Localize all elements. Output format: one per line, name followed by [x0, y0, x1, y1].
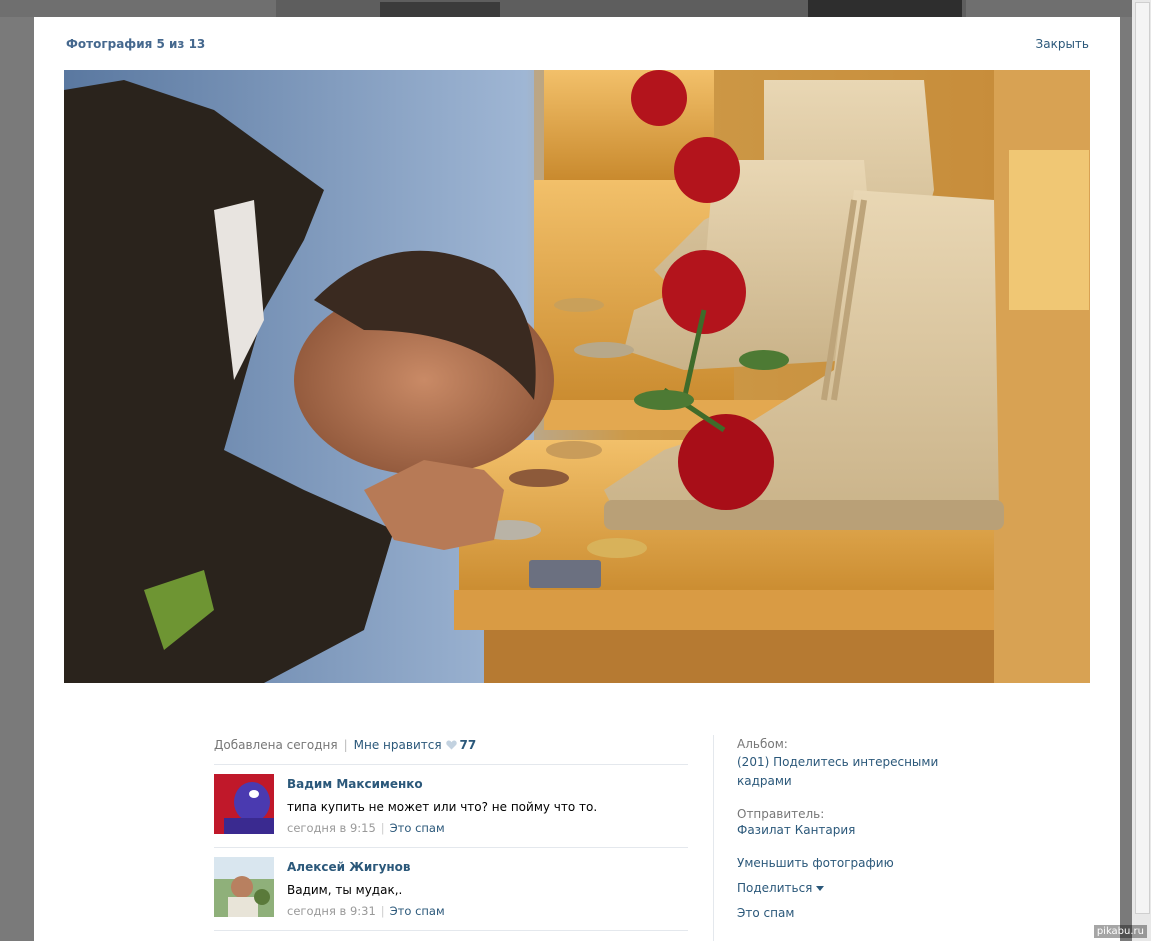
background-image [808, 0, 962, 17]
chevron-down-icon[interactable] [816, 886, 825, 891]
page-scrollbar[interactable] [1132, 0, 1151, 941]
photo-illustration [64, 70, 1090, 683]
share-dropdown[interactable]: Поделиться [737, 879, 957, 898]
report-spam-link[interactable]: Это спам [390, 821, 445, 835]
comment-item: Алексей Жигунов Вадим, ты мудак,. сегодн… [214, 847, 688, 930]
scrollbar-thumb[interactable] [1135, 2, 1150, 914]
reduce-photo-link[interactable]: Уменьшить фотографию [737, 854, 957, 873]
comment-author[interactable]: Алексей Жигунов [287, 860, 411, 874]
comment-text: типа купить не может или что? не пойму ч… [287, 800, 598, 814]
photo-viewer: Фотография 5 из 13 Закрыть Добавлена сег… [34, 17, 1120, 941]
album-label: Альбом: [737, 737, 788, 751]
sender-link[interactable]: Фазилат Кантария [737, 821, 957, 840]
like-count[interactable]: 77 [460, 738, 477, 752]
comment-author[interactable]: Вадим Максименко [287, 777, 423, 791]
separator: | [380, 821, 385, 835]
photo-info: Добавлена сегодня | Мне нравится 77 Вадим М… [214, 735, 688, 931]
avatar[interactable] [214, 857, 274, 917]
report-spam-link[interactable]: Это спам [390, 904, 445, 918]
comment-meta: сегодня в 9:15 | Это спам [287, 821, 445, 835]
watermark: pikabu.ru [1093, 925, 1147, 938]
background-page-strip [0, 0, 1151, 17]
comment-item: Вадим Максименко типа купить не может ил… [214, 764, 688, 847]
report-spam-link[interactable]: Это спам [737, 904, 957, 923]
separator: | [343, 738, 348, 752]
photo-sidebar: Альбом: (201) Поделитесь интересными кад… [737, 735, 957, 923]
comment-date[interactable]: сегодня в 9:31 [287, 904, 376, 918]
comments-divider [214, 930, 688, 931]
close-button[interactable]: Закрыть [1036, 37, 1089, 51]
comment-text: Вадим, ты мудак,. [287, 883, 403, 897]
comment-meta: сегодня в 9:31 | Это спам [287, 904, 445, 918]
sender-label: Отправитель: [737, 807, 825, 821]
separator: | [380, 904, 385, 918]
photo-meta: Добавлена сегодня | Мне нравится 77 [214, 735, 688, 755]
background-logo [380, 2, 500, 17]
heart-icon[interactable] [445, 740, 457, 750]
share-label[interactable]: Поделиться [737, 881, 812, 895]
avatar[interactable] [214, 774, 274, 834]
viewer-header: Фотография 5 из 13 Закрыть [34, 17, 1120, 69]
like-button[interactable]: Мне нравится [354, 738, 442, 752]
photo-image[interactable] [64, 70, 1090, 683]
column-divider [713, 735, 714, 941]
comment-date[interactable]: сегодня в 9:15 [287, 821, 376, 835]
added-date: Добавлена сегодня [214, 738, 338, 752]
photo-counter: Фотография 5 из 13 [66, 37, 206, 51]
album-link[interactable]: (201) Поделитесь интересными кадрами [737, 753, 957, 791]
